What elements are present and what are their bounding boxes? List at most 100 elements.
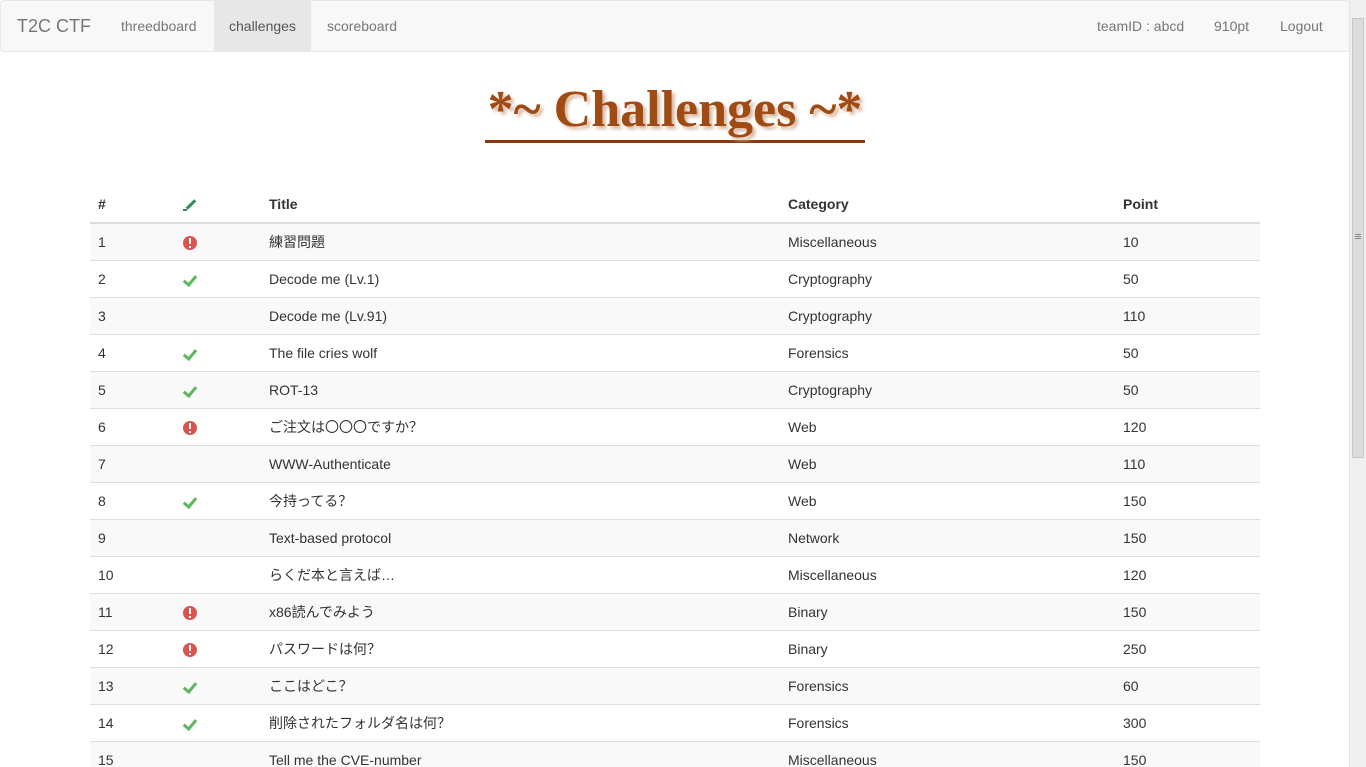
row-status bbox=[169, 703, 261, 741]
checkmark-icon bbox=[183, 384, 197, 398]
checkmark-icon bbox=[183, 347, 197, 361]
row-status bbox=[169, 407, 261, 445]
points-link[interactable]: 910pt bbox=[1199, 1, 1264, 51]
table-row[interactable]: 14 削除されたフォルダ名は何？ Forensics 300 bbox=[90, 703, 1260, 741]
challenge-title[interactable]: Decode me (Lv.91) bbox=[261, 296, 780, 334]
table-row[interactable]: 5 ROT-13 Cryptography 50 bbox=[90, 370, 1260, 408]
challenge-category: Web bbox=[780, 407, 1115, 445]
challenge-title[interactable]: ROT-13 bbox=[261, 370, 780, 408]
pencil-icon bbox=[183, 198, 197, 212]
challenge-point: 250 bbox=[1115, 629, 1260, 667]
row-number: 4 bbox=[90, 333, 169, 371]
challenge-category: Miscellaneous bbox=[780, 222, 1115, 260]
nav-scoreboard[interactable]: scoreboard bbox=[312, 1, 412, 51]
row-status bbox=[169, 666, 261, 704]
exclamation-circle-icon bbox=[183, 235, 197, 250]
table-row[interactable]: 8 今持ってる？ Web 150 bbox=[90, 481, 1260, 519]
header-point: Point bbox=[1115, 185, 1260, 224]
challenge-point: 10 bbox=[1115, 222, 1260, 260]
exclamation-circle-icon bbox=[183, 605, 197, 620]
challenge-point: 110 bbox=[1115, 296, 1260, 334]
challenge-title[interactable]: Decode me (Lv.1) bbox=[261, 259, 780, 297]
row-number: 9 bbox=[90, 518, 169, 556]
challenge-category: Forensics bbox=[780, 703, 1115, 741]
challenge-title[interactable]: WWW-Authenticate bbox=[261, 444, 780, 482]
challenge-point: 150 bbox=[1115, 481, 1260, 519]
row-status bbox=[169, 555, 261, 593]
challenge-category: Miscellaneous bbox=[780, 740, 1115, 767]
challenge-category: Network bbox=[780, 518, 1115, 556]
row-number: 14 bbox=[90, 703, 169, 741]
nav-threedboard[interactable]: threedboard bbox=[106, 1, 212, 51]
page-title-text: *~ Challenges ~* bbox=[484, 80, 866, 143]
challenge-title[interactable]: 今持ってる？ bbox=[261, 481, 780, 519]
row-number: 12 bbox=[90, 629, 169, 667]
header-row: # Title Category Point bbox=[90, 185, 1260, 224]
row-status bbox=[169, 444, 261, 482]
challenge-title[interactable]: らくだ本と言えば… bbox=[261, 555, 780, 593]
row-number: 15 bbox=[90, 740, 169, 767]
challenge-point: 150 bbox=[1115, 518, 1260, 556]
header-category: Category bbox=[780, 185, 1115, 224]
challenge-category: Cryptography bbox=[780, 370, 1115, 408]
team-id-link[interactable]: teamID : abcd bbox=[1082, 1, 1199, 51]
challenge-point: 50 bbox=[1115, 370, 1260, 408]
challenge-title[interactable]: Tell me the CVE-number bbox=[261, 740, 780, 767]
logout-link[interactable]: Logout bbox=[1265, 1, 1338, 51]
table-row[interactable]: 11 x86読んでみよう Binary 150 bbox=[90, 592, 1260, 630]
table-row[interactable]: 1 練習問題 Miscellaneous 10 bbox=[90, 222, 1260, 260]
challenge-title[interactable]: Text-based protocol bbox=[261, 518, 780, 556]
table-row[interactable]: 2 Decode me (Lv.1) Cryptography 50 bbox=[90, 259, 1260, 297]
challenge-category: Binary bbox=[780, 592, 1115, 630]
row-status bbox=[169, 222, 261, 260]
challenge-title[interactable]: ここはどこ？ bbox=[261, 666, 780, 704]
table-row[interactable]: 15 Tell me the CVE-number Miscellaneous 150 bbox=[90, 740, 1260, 767]
table-row[interactable]: 13 ここはどこ？ Forensics 60 bbox=[90, 666, 1260, 704]
header-status bbox=[169, 185, 261, 224]
row-number: 2 bbox=[90, 259, 169, 297]
scrollbar-thumb[interactable] bbox=[1352, 18, 1364, 458]
table-row[interactable]: 3 Decode me (Lv.91) Cryptography 110 bbox=[90, 296, 1260, 334]
challenge-title[interactable]: ご注文は〇〇〇ですか？ bbox=[261, 407, 780, 445]
row-status bbox=[169, 259, 261, 297]
row-number: 7 bbox=[90, 444, 169, 482]
header-num: # bbox=[90, 185, 169, 224]
page-title: *~ Challenges ~* bbox=[0, 80, 1350, 143]
table-row[interactable]: 12 パスワードは何？ Binary 250 bbox=[90, 629, 1260, 667]
exclamation-circle-icon bbox=[183, 420, 197, 435]
checkmark-icon bbox=[183, 680, 197, 694]
challenge-title[interactable]: 削除されたフォルダ名は何？ bbox=[261, 703, 780, 741]
challenge-title[interactable]: x86読んでみよう bbox=[261, 592, 780, 630]
exclamation-circle-icon bbox=[183, 642, 197, 657]
row-number: 13 bbox=[90, 666, 169, 704]
table-row[interactable]: 6 ご注文は〇〇〇ですか？ Web 120 bbox=[90, 407, 1260, 445]
nav-challenges[interactable]: challenges bbox=[214, 1, 311, 51]
brand-link[interactable]: T2C CTF bbox=[17, 1, 91, 51]
table-row[interactable]: 4 The file cries wolf Forensics 50 bbox=[90, 333, 1260, 371]
challenge-point: 120 bbox=[1115, 407, 1260, 445]
challenge-category: Forensics bbox=[780, 666, 1115, 704]
row-status bbox=[169, 592, 261, 630]
checkmark-icon bbox=[183, 273, 197, 287]
challenge-category: Cryptography bbox=[780, 259, 1115, 297]
challenge-point: 150 bbox=[1115, 740, 1260, 767]
challenge-title[interactable]: 練習問題 bbox=[261, 222, 780, 260]
scrollbar-grip bbox=[1355, 234, 1361, 235]
challenge-point: 50 bbox=[1115, 259, 1260, 297]
challenge-title[interactable]: The file cries wolf bbox=[261, 333, 780, 371]
table-row[interactable]: 10 らくだ本と言えば… Miscellaneous 120 bbox=[90, 555, 1260, 593]
table-row[interactable]: 9 Text-based protocol Network 150 bbox=[90, 518, 1260, 556]
row-number: 1 bbox=[90, 222, 169, 260]
page-scrollbar[interactable] bbox=[1349, 0, 1366, 767]
checkmark-icon bbox=[183, 717, 197, 731]
row-number: 10 bbox=[90, 555, 169, 593]
challenge-title[interactable]: パスワードは何？ bbox=[261, 629, 780, 667]
table-row[interactable]: 7 WWW-Authenticate Web 110 bbox=[90, 444, 1260, 482]
row-status bbox=[169, 333, 261, 371]
challenge-category: Cryptography bbox=[780, 296, 1115, 334]
navbar: T2C CTF threedboard challenges scoreboar… bbox=[0, 0, 1350, 52]
challenge-category: Forensics bbox=[780, 333, 1115, 371]
row-number: 6 bbox=[90, 407, 169, 445]
row-number: 8 bbox=[90, 481, 169, 519]
row-number: 5 bbox=[90, 370, 169, 408]
